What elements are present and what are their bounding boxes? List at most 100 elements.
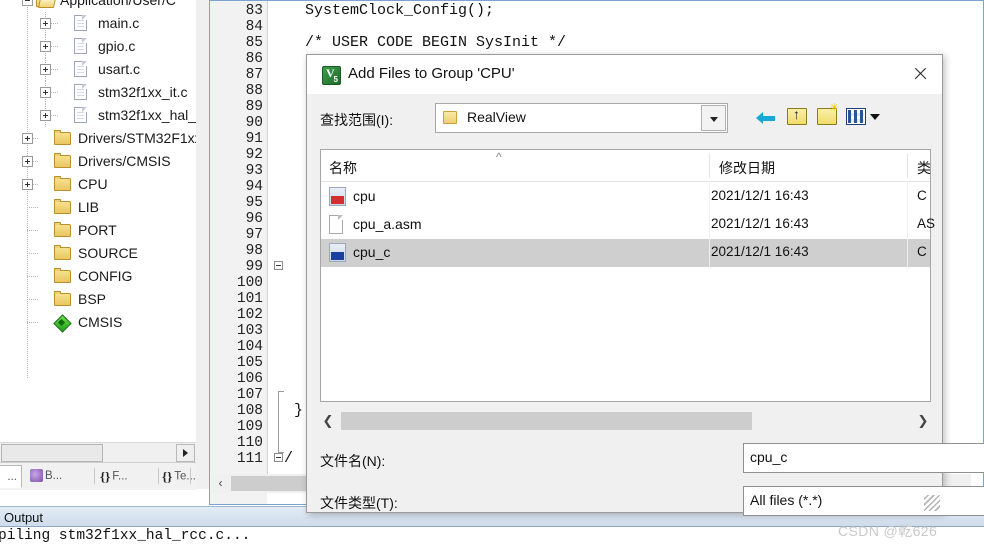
fold-bracket-line xyxy=(278,391,279,453)
new-folder-icon[interactable] xyxy=(816,101,840,131)
cell-separator xyxy=(709,211,710,239)
tree-scroll-thumb[interactable] xyxy=(1,444,103,462)
line-number: 100 xyxy=(236,275,263,291)
tree-item-application-user-c[interactable]: Application/User/C xyxy=(0,0,196,12)
tab-project[interactable]: ... xyxy=(0,465,22,488)
tree-item-stm32f1xx-it-c[interactable]: stm32f1xx_it.c xyxy=(0,81,196,104)
file-type-combobox[interactable]: All files (*.*) xyxy=(743,486,984,516)
file-icon xyxy=(74,84,87,100)
back-icon[interactable] xyxy=(754,105,780,131)
tree-item-lib[interactable]: LIB xyxy=(0,196,196,219)
tree-expand-icon[interactable] xyxy=(40,41,51,52)
file-list[interactable]: ^ 名称 修改日期 类 cpu 2021/12/1 16:43 C cpu_a.as… xyxy=(320,149,935,402)
project-tree-pane[interactable]: Application/User/C main.c gpio.c usart.c stm… xyxy=(0,0,196,444)
code-folding-column[interactable] xyxy=(270,1,288,481)
header-separator-2[interactable] xyxy=(907,154,908,178)
tree-item-cmsis[interactable]: CMSIS xyxy=(0,311,196,334)
tree-item-label: stm32f1xx_it.c xyxy=(98,84,188,100)
tree-item-config[interactable]: CONFIG xyxy=(0,265,196,288)
column-header-type[interactable]: 类 xyxy=(917,158,931,178)
look-in-combobox[interactable]: RealView xyxy=(435,103,728,133)
fold-toggle-99[interactable] xyxy=(274,261,283,270)
tree-scroll-right-arrow-icon[interactable] xyxy=(176,444,195,462)
tab-project-label: ... xyxy=(7,471,17,483)
tree-item-label: Drivers/STM32F1xx_ xyxy=(78,130,196,146)
up-folder-icon[interactable] xyxy=(786,105,810,131)
list-scroll-thumb[interactable] xyxy=(341,412,752,430)
tree-item-label: main.c xyxy=(98,15,140,31)
add-files-dialog[interactable]: 5 Add Files to Group 'CPU' 查找范围(I): Real… xyxy=(306,54,984,516)
file-name-cell: cpu_a.asm xyxy=(353,216,422,232)
line-number: 106 xyxy=(236,371,263,387)
tree-item-main-c[interactable]: main.c xyxy=(0,12,196,35)
tree-horizontal-scrollbar[interactable] xyxy=(0,442,196,462)
tab-books[interactable]: B... xyxy=(28,465,92,488)
line-number: 97 xyxy=(245,227,263,243)
c-file-icon xyxy=(329,243,346,262)
file-list-row[interactable]: cpu_a.asm 2021/12/1 16:43 AS xyxy=(321,211,935,239)
folder-icon xyxy=(54,291,71,307)
tree-expand-icon[interactable] xyxy=(40,18,51,29)
tabstrip-separator-3 xyxy=(190,468,191,484)
views-chevron-down-icon[interactable] xyxy=(870,114,880,120)
file-list-row[interactable]: cpu_c 2021/12/1 16:43 C xyxy=(321,239,930,267)
tree-item-label: LIB xyxy=(78,199,100,215)
cell-separator-2 xyxy=(907,239,908,267)
pane-splitter[interactable] xyxy=(196,0,210,489)
tree-item-bsp[interactable]: BSP xyxy=(0,288,196,311)
tree-item-stm32f1xx-hal-r[interactable]: stm32f1xx_hal_r xyxy=(0,104,196,127)
tree-item-gpio-c[interactable]: gpio.c xyxy=(0,35,196,58)
code-line-111: / xyxy=(284,450,294,467)
fold-toggle-111[interactable] xyxy=(274,453,283,462)
tree-item-port[interactable]: PORT xyxy=(0,219,196,242)
tree-item-label: PORT xyxy=(78,222,117,238)
line-number: 89 xyxy=(245,99,263,115)
tree-guide xyxy=(27,276,38,277)
tree-expand-icon[interactable] xyxy=(22,179,33,190)
screenshot-root: Application/User/C main.c gpio.c usart.c stm… xyxy=(0,0,984,547)
dialog-title-bar[interactable]: 5 Add Files to Group 'CPU' xyxy=(307,55,942,94)
tree-item-cpu[interactable]: CPU xyxy=(0,173,196,196)
tree-collapse-icon[interactable] xyxy=(22,0,33,6)
tree-item-usart-c[interactable]: usart.c xyxy=(0,58,196,81)
tree-expand-icon[interactable] xyxy=(40,64,51,75)
code-line-83: SystemClock_Config(); xyxy=(305,2,495,19)
tree-expand-icon[interactable] xyxy=(22,156,33,167)
file-list-row[interactable]: cpu 2021/12/1 16:43 C xyxy=(321,183,930,211)
file-list-horizontal-scrollbar[interactable]: ❮ ❯ xyxy=(320,410,931,432)
folder-icon xyxy=(54,176,71,192)
file-icon xyxy=(74,107,87,123)
column-header-modified[interactable]: 修改日期 xyxy=(719,158,775,178)
tree-item-drivers-cmsis[interactable]: Drivers/CMSIS xyxy=(0,150,196,173)
close-icon[interactable] xyxy=(898,55,942,93)
line-number: 101 xyxy=(236,291,263,307)
line-number: 88 xyxy=(245,83,263,99)
line-number: 87 xyxy=(245,67,263,83)
chevron-down-icon[interactable] xyxy=(701,105,726,131)
tree-item-drivers-stm32f1xx[interactable]: Drivers/STM32F1xx_ xyxy=(0,127,196,150)
file-name-label: 文件名(N): xyxy=(320,453,386,469)
folder-icon xyxy=(54,268,71,284)
tree-expand-icon[interactable] xyxy=(40,87,51,98)
tab-functions[interactable]: {} F... xyxy=(100,465,158,488)
editor-gutter: 83 84 85 86 87 88 89 90 91 92 93 94 95 96 97 98 99 100 101… xyxy=(210,1,267,504)
column-header-name[interactable]: 名称 xyxy=(329,158,357,178)
header-separator-1[interactable] xyxy=(709,154,710,178)
tree-item-source[interactable]: SOURCE xyxy=(0,242,196,265)
list-scroll-left-arrow-icon[interactable]: ❮ xyxy=(320,412,336,430)
resize-grip-icon[interactable] xyxy=(924,495,940,511)
project-pane-tabstrip[interactable]: ... B... {} F... {} Te... xyxy=(0,462,196,490)
blank-file-icon xyxy=(329,215,343,234)
code-line-85: /* USER CODE BEGIN SysInit */ xyxy=(305,34,567,51)
views-icon[interactable] xyxy=(846,105,883,131)
tree-expand-icon[interactable] xyxy=(40,110,51,121)
tree-expand-icon[interactable] xyxy=(22,133,33,144)
line-number: 110 xyxy=(236,435,263,451)
file-name-cell: cpu_c xyxy=(353,244,391,260)
list-scroll-right-arrow-icon[interactable]: ❯ xyxy=(915,412,931,430)
file-list-header[interactable]: ^ 名称 修改日期 类 xyxy=(321,150,931,182)
file-name-input[interactable]: cpu_c xyxy=(743,443,984,473)
editor-scroll-left-arrow-icon[interactable]: ‹ xyxy=(213,476,228,491)
tree-item-label: Application/User/C xyxy=(60,0,176,8)
output-pane-body: piling stm32f1xx_hal_rcc.c... xyxy=(0,528,984,547)
